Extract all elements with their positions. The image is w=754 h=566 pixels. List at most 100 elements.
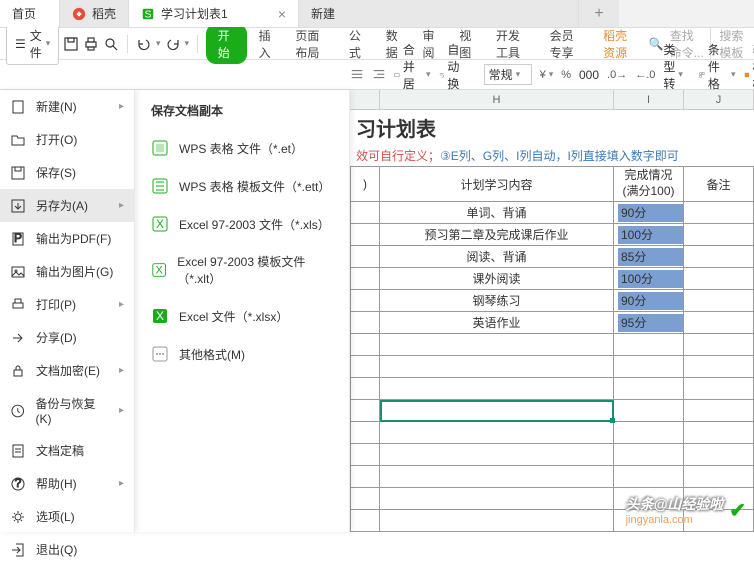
- submenu-title: 保存文档副本: [135, 102, 349, 129]
- table-row[interactable]: 钢琴练习90分: [350, 290, 754, 312]
- hdr-content: 计划学习内容: [380, 167, 614, 201]
- tab-home[interactable]: 首页: [0, 0, 60, 27]
- separator: [127, 35, 128, 53]
- cell-content[interactable]: 预习第二章及完成课后作业: [380, 224, 614, 245]
- menu-options[interactable]: 选项(L): [0, 500, 134, 533]
- cell-remark[interactable]: [684, 268, 754, 289]
- ribbon-tab-resource[interactable]: 稻壳资源: [595, 27, 645, 61]
- menu-exit[interactable]: 退出(Q): [0, 533, 134, 566]
- saveas-xlt[interactable]: XExcel 97-2003 模板文件（*.xlt）: [135, 243, 349, 297]
- format-toolbar: 合并居中▾ 自动换行 常规▾ ¥▾ % 000 .0→ ←.0 类型转换▾ 条件…: [0, 60, 754, 90]
- menu-backup-label: 备份与恢复(K): [35, 395, 109, 426]
- table-row[interactable]: 阅读、背诵85分: [350, 246, 754, 268]
- menu-help[interactable]: ?帮助(H)▸: [0, 467, 134, 500]
- preview-icon[interactable]: [103, 35, 119, 53]
- table-row[interactable]: [350, 444, 754, 466]
- selected-cell[interactable]: [380, 400, 614, 422]
- close-icon[interactable]: ×: [278, 6, 286, 22]
- ribbon-tab-dev[interactable]: 开发工具: [488, 27, 538, 61]
- ribbon-tab-start[interactable]: 开始: [206, 24, 247, 64]
- saveas-ett[interactable]: WPS 表格 模板文件（*.ett）: [135, 167, 349, 205]
- table-row[interactable]: 英语作业95分: [350, 312, 754, 334]
- table-row[interactable]: [350, 356, 754, 378]
- redo-icon[interactable]: [165, 35, 181, 53]
- cell-score[interactable]: 100分: [614, 224, 684, 245]
- table-row[interactable]: 单词、背诵90分: [350, 202, 754, 224]
- ribbon-tab-formula[interactable]: 公式: [341, 27, 374, 61]
- col-hdr-h[interactable]: H: [380, 90, 614, 109]
- menu-encrypt[interactable]: 文档加密(E)▸: [0, 354, 134, 387]
- ribbon-tab-layout[interactable]: 页面布局: [287, 27, 337, 61]
- col-hdr-j[interactable]: J: [684, 90, 754, 109]
- percent-icon[interactable]: %: [561, 69, 571, 81]
- menu-new-label: 新建(N): [36, 98, 77, 115]
- saveas-xlsx[interactable]: XExcel 文件（*.xlsx）: [135, 297, 349, 335]
- cell-content[interactable]: 阅读、背诵: [380, 246, 614, 267]
- table-header-row: ) 计划学习内容 完成情况(满分100) 备注: [350, 166, 754, 202]
- watermark-text: 头条@山经验啦: [626, 494, 724, 514]
- cell-remark[interactable]: [684, 246, 754, 267]
- ribbon-tab-member[interactable]: 会员专享: [542, 27, 592, 61]
- menu-share[interactable]: 分享(D): [0, 321, 134, 354]
- menu-backup[interactable]: 备份与恢复(K)▸: [0, 387, 134, 434]
- menu-print[interactable]: 打印(P)▸: [0, 288, 134, 321]
- saveas-ett-label: WPS 表格 模板文件（*.ett）: [179, 178, 330, 195]
- table-row[interactable]: 课外阅读100分: [350, 268, 754, 290]
- saveas-xls[interactable]: XExcel 97-2003 文件（*.xls）: [135, 205, 349, 243]
- menu-exportpdf[interactable]: P输出为PDF(F): [0, 222, 134, 255]
- menu-saveas[interactable]: 另存为(A)▸: [0, 189, 134, 222]
- ribbon-tab-insert[interactable]: 插入: [251, 27, 284, 61]
- number-format-select[interactable]: 常规▾: [484, 64, 532, 85]
- redo-dropdown[interactable]: ▾: [185, 38, 190, 49]
- cell-score[interactable]: 90分: [614, 290, 684, 311]
- cell-score[interactable]: 85分: [614, 246, 684, 267]
- undo-icon[interactable]: [136, 35, 152, 53]
- table-row[interactable]: [350, 378, 754, 400]
- cell-content[interactable]: 课外阅读: [380, 268, 614, 289]
- file-menu-button[interactable]: ☰ 文件 ▾: [6, 23, 59, 65]
- menu-new[interactable]: 新建(N)▸: [0, 90, 134, 123]
- menu-encrypt-label: 文档加密(E): [36, 362, 100, 379]
- col-hdr-blank[interactable]: [350, 90, 380, 109]
- table-row[interactable]: 预习第二章及完成课后作业100分: [350, 224, 754, 246]
- menu-open[interactable]: 打开(O): [0, 123, 134, 156]
- cell-content[interactable]: 英语作业: [380, 312, 614, 333]
- print-icon[interactable]: [83, 35, 99, 53]
- cell-remark[interactable]: [684, 202, 754, 223]
- decimal-inc-icon[interactable]: .0→: [607, 69, 627, 81]
- ribbon: ☰ 文件 ▾ ▾ ▾ 开始 插入 页面布局 公式 数据 审阅 视图 开发工具 会…: [0, 28, 754, 60]
- cell-score[interactable]: 95分: [614, 312, 684, 333]
- thousands-icon[interactable]: 000: [579, 68, 599, 82]
- menu-save[interactable]: 保存(S): [0, 156, 134, 189]
- tab-document[interactable]: S 学习计划表1 ×: [129, 0, 299, 27]
- hdr-score: 完成情况(满分100): [614, 167, 684, 201]
- menu-exportimg[interactable]: 输出为图片(G): [0, 255, 134, 288]
- tab-daohu[interactable]: 稻壳: [60, 0, 129, 27]
- table-row[interactable]: [350, 466, 754, 488]
- table-row[interactable]: [350, 422, 754, 444]
- cell-score[interactable]: 100分: [614, 268, 684, 289]
- cell-remark[interactable]: [684, 290, 754, 311]
- cell-remark[interactable]: [684, 312, 754, 333]
- tab-new[interactable]: 新建: [299, 0, 579, 27]
- tab-document-label: 学习计划表1: [161, 5, 228, 22]
- currency-icon[interactable]: ¥▾: [540, 69, 554, 81]
- indent-icon[interactable]: [372, 68, 386, 82]
- cell-content[interactable]: 单词、背诵: [380, 202, 614, 223]
- selected-row[interactable]: [350, 400, 754, 422]
- title-row: 习计划表: [350, 110, 754, 144]
- daohu-icon: [72, 7, 86, 21]
- menu-locate[interactable]: 文档定稿: [0, 434, 134, 467]
- align-icon[interactable]: [350, 68, 364, 82]
- cell-score[interactable]: 90分: [614, 202, 684, 223]
- table-row[interactable]: [350, 334, 754, 356]
- decimal-dec-icon[interactable]: ←.0: [635, 69, 655, 81]
- cell-remark[interactable]: [684, 224, 754, 245]
- undo-dropdown[interactable]: ▾: [156, 38, 161, 49]
- col-hdr-i[interactable]: I: [614, 90, 684, 109]
- cell-content[interactable]: 钢琴练习: [380, 290, 614, 311]
- saveas-et[interactable]: WPS 表格 文件（*.et）: [135, 129, 349, 167]
- tab-add[interactable]: +: [579, 0, 619, 27]
- save-icon[interactable]: [63, 35, 79, 53]
- saveas-other[interactable]: 其他格式(M): [135, 335, 349, 373]
